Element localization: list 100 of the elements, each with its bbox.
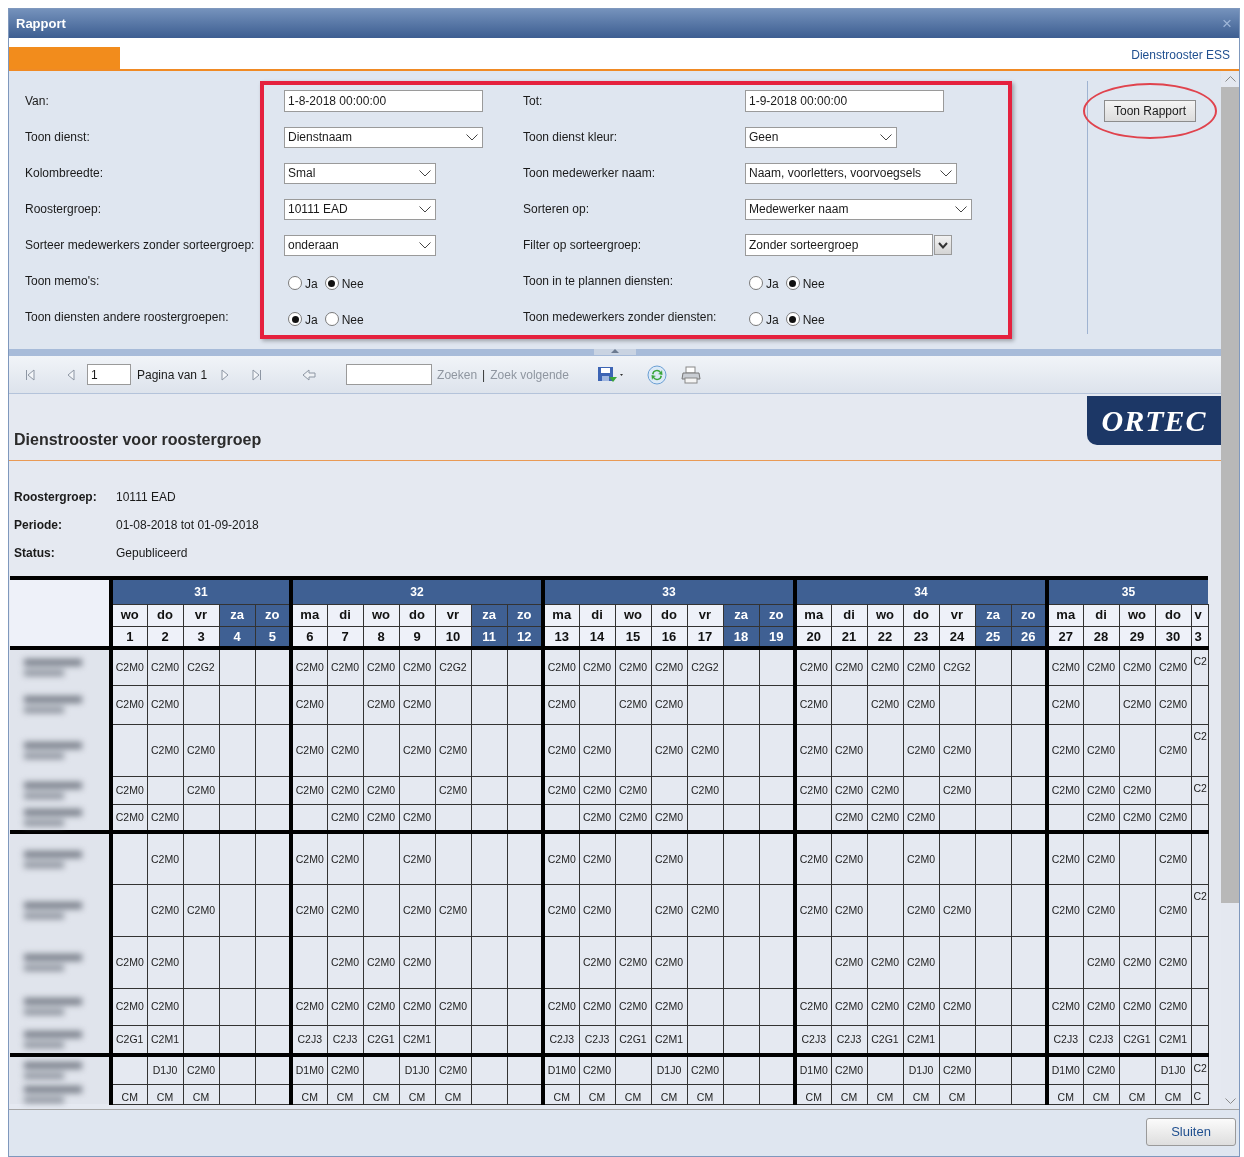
day-header: wo (363, 604, 399, 626)
search-field[interactable] (346, 364, 433, 385)
table-cell: C2M0 (1119, 936, 1155, 988)
info-label: Periode: (14, 517, 63, 534)
table-cell: CM (903, 1084, 939, 1104)
dropdown[interactable]: Medewerker naam (745, 198, 972, 220)
dropdown[interactable]: Smal (284, 162, 436, 184)
dropdown[interactable]: Naam, voorletters, voorvoegsels (745, 162, 957, 184)
field-label: Toon dienst: (25, 129, 90, 146)
page-label: Pagina van 1 (137, 366, 208, 384)
scroll-down-icon[interactable] (1224, 1098, 1236, 1104)
table-cell: C2G2 (687, 648, 723, 685)
refresh-icon[interactable] (646, 364, 667, 385)
table-cell: C2M0 (1047, 724, 1083, 776)
show-report-button[interactable]: Toon Rapport (1104, 100, 1197, 122)
radio-button[interactable] (749, 312, 763, 326)
radio-button[interactable] (749, 276, 763, 290)
dropdown[interactable]: onderaan (284, 234, 436, 256)
back-icon[interactable] (302, 368, 317, 381)
chevron-down-icon (940, 169, 952, 177)
day-header: wo (615, 604, 651, 626)
day-header: ma (291, 604, 327, 626)
first-page-icon[interactable] (25, 368, 37, 381)
table-cell: C2M0 (687, 776, 723, 804)
day-header: di (1083, 604, 1119, 626)
table-cell: C2M0 (651, 685, 687, 724)
date-field[interactable]: 1-9-2018 00:00:00 (745, 90, 944, 112)
table-cell: C2M0 (795, 724, 831, 776)
last-page-icon[interactable] (250, 368, 263, 381)
table-cell: C2M0 (651, 884, 687, 936)
table-cell: C2G2 (183, 648, 219, 685)
window-title: Rapport (16, 14, 66, 33)
scrollbar[interactable] (1221, 71, 1239, 1109)
table-cell: C2M0 (147, 884, 183, 936)
app-name: Dienstrooster ESS (1131, 46, 1230, 64)
date-header: 27 (1047, 626, 1083, 648)
radio-label: Ja (305, 276, 318, 293)
radio-label: Nee (802, 276, 825, 293)
close-dialog-button[interactable]: Sluiten (1146, 1118, 1236, 1146)
table-cell: C2M0 (543, 832, 579, 884)
table-cell: C2M0 (615, 685, 651, 724)
table-cell: C2M0 (831, 988, 867, 1025)
week-header: 33 (543, 578, 795, 604)
table-cell: C2M0 (363, 988, 399, 1025)
table-cell: C2M0 (795, 988, 831, 1025)
dropdown[interactable]: 10111 EAD (284, 198, 436, 220)
table-cell: C2M0 (831, 1055, 867, 1084)
date-field[interactable]: 1-8-2018 00:00:00 (284, 90, 483, 112)
day-header: ma (1047, 604, 1083, 626)
previous-page-icon[interactable] (65, 368, 77, 381)
table-cell: C2M0 (1155, 884, 1191, 936)
radio-button[interactable] (288, 276, 302, 290)
table-cell: C2M0 (183, 776, 219, 804)
field-label: Filter op sorteergroep: (523, 237, 642, 254)
table-cell: C2M0 (615, 936, 651, 988)
table-cell: C2J3 (543, 1025, 579, 1055)
table-cell: C2M0 (1047, 685, 1083, 724)
radio-button[interactable] (785, 276, 800, 290)
dropdown[interactable]: Geen (745, 126, 897, 148)
table-cell: C2M0 (903, 832, 939, 884)
table-cell: C2M0 (363, 648, 399, 685)
table-cell: C2M0 (615, 648, 651, 685)
field-label: Van: (25, 93, 49, 110)
table-cell: C2M0 (399, 724, 435, 776)
splitter-handle[interactable] (594, 349, 636, 355)
combo-field[interactable]: Zonder sorteergroep (745, 234, 933, 256)
table-cell: C2M0 (1155, 832, 1191, 884)
print-icon[interactable] (680, 365, 701, 384)
table-cell: CM (615, 1084, 651, 1104)
day-header: do (147, 604, 183, 626)
table-cell: C2M0 (1083, 1055, 1119, 1084)
table-cell: CM (435, 1084, 471, 1104)
dropdown-button[interactable] (934, 235, 952, 255)
table-cell: C2M0 (939, 776, 975, 804)
table-cell: C2M0 (939, 1055, 975, 1084)
page-input[interactable]: 1 (87, 364, 131, 385)
table-cell: D1J0 (903, 1055, 939, 1084)
table-cell: C2M0 (1119, 648, 1155, 685)
table-cell: CM (363, 1084, 399, 1104)
chevron-down-icon (938, 241, 948, 249)
table-cell: C2M0 (147, 724, 183, 776)
table-cell: D1J0 (147, 1055, 183, 1084)
radio-button[interactable] (785, 312, 800, 326)
dropdown[interactable]: Dienstnaam (284, 126, 483, 148)
table-cell: C2M0 (1155, 685, 1191, 724)
table-cell: C2M0 (327, 832, 363, 884)
table-cell: C2M0 (1047, 832, 1083, 884)
table-cell: C2 (1191, 1055, 1208, 1084)
radio-button[interactable] (288, 312, 302, 326)
scroll-thumb[interactable] (1221, 87, 1239, 903)
table-cell: C2M0 (183, 884, 219, 936)
scroll-up-icon[interactable] (1224, 76, 1236, 82)
radio-button[interactable] (324, 312, 339, 326)
table-cell: C2 (1191, 884, 1208, 936)
day-header: do (399, 604, 435, 626)
field-label: Sorteer medewerkers zonder sorteergroep: (25, 237, 255, 254)
table-cell: C2M0 (327, 936, 363, 988)
radio-button[interactable] (324, 276, 339, 290)
table-cell: C2 (1191, 648, 1208, 685)
table-cell: C2M0 (687, 1055, 723, 1084)
